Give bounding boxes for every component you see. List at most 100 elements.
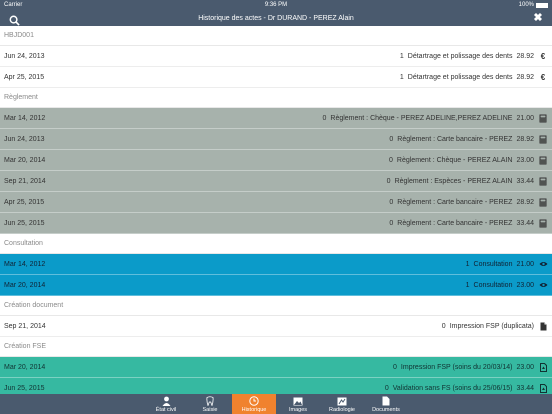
- row-quantity: 1: [465, 260, 470, 268]
- row-quantity: 0: [384, 384, 389, 392]
- row-price: 23.00: [516, 363, 534, 371]
- row-label: Détartrage et polissage des dents: [407, 73, 513, 81]
- documents-icon: [381, 396, 391, 406]
- calculator-icon: [538, 155, 548, 165]
- row-label: Impression FSP (duplicata): [449, 322, 534, 330]
- tooth-icon: [205, 396, 215, 406]
- person-icon: [161, 396, 171, 406]
- row-quantity: 0: [441, 322, 446, 330]
- tab-label: Radiologie: [329, 407, 355, 413]
- history-row[interactable]: Jun 25, 2015 0 Validation sans FS (soins d…: [0, 378, 552, 394]
- row-date: Mar 20, 2014: [4, 363, 46, 371]
- row-date: Sep 21, 2014: [4, 322, 46, 330]
- row-label: Détartrage et polissage des dents: [407, 52, 513, 60]
- history-row[interactable]: Sep 21, 2014 0 Règlement : Espèces - PEREZ…: [0, 171, 552, 192]
- tab-clock[interactable]: Historique: [232, 394, 276, 414]
- history-row[interactable]: Mar 20, 2014 0 Règlement : Chèque - PEREZ …: [0, 150, 552, 171]
- tab-xray[interactable]: Radiologie: [320, 394, 364, 414]
- history-row[interactable]: Mar 14, 2012 0 Règlement : Chèque - PEREZ …: [0, 108, 552, 129]
- tab-tooth[interactable]: Saisie: [188, 394, 232, 414]
- row-price: 21.00: [516, 114, 534, 122]
- row-details: 0 Règlement : Carte bancaire - PEREZ 33.44: [389, 218, 548, 228]
- xray-icon: [337, 396, 347, 406]
- row-price: 33.44: [516, 177, 534, 185]
- row-details: 1 Consultation 23.00: [466, 280, 548, 290]
- row-price: 21.00: [516, 260, 534, 268]
- row-quantity: 1: [399, 73, 404, 81]
- tab-person[interactable]: État civil: [144, 394, 188, 414]
- row-label: Règlement : Carte bancaire - PEREZ: [397, 219, 513, 227]
- row-date: Jun 25, 2015: [4, 384, 45, 392]
- row-label: Règlement : Espèces - PEREZ ALAIN: [394, 177, 513, 185]
- history-row[interactable]: Mar 14, 2012 1 Consultation 21.00: [0, 254, 552, 275]
- row-label: Consultation: [473, 281, 513, 289]
- image-icon: [293, 396, 303, 406]
- row-quantity: 0: [389, 219, 394, 227]
- row-details: 0 Règlement : Chèque - PEREZ ADELINE,PERE…: [322, 113, 548, 123]
- eye-icon: [538, 280, 548, 290]
- pdf-icon: [538, 362, 548, 372]
- row-quantity: 0: [386, 177, 391, 185]
- calculator-icon: [538, 176, 548, 186]
- history-row[interactable]: Mar 20, 2014 1 Consultation 23.00: [0, 275, 552, 296]
- row-price: 23.00: [516, 281, 534, 289]
- row-label: Consultation: [473, 260, 513, 268]
- row-details: 0 Règlement : Chèque - PEREZ ALAIN 23.00: [389, 155, 548, 165]
- history-row[interactable]: Mar 20, 2014 0 Impression FSP (soins du 20…: [0, 357, 552, 378]
- history-row[interactable]: Apr 25, 2015 1 Détartrage et polissage des…: [0, 67, 552, 88]
- clock-icon: [249, 396, 259, 406]
- row-label: Règlement : Carte bancaire - PEREZ: [397, 135, 513, 143]
- history-row[interactable]: Jun 25, 2015 0 Règlement : Carte bancaire …: [0, 213, 552, 234]
- row-date: Mar 14, 2012: [4, 114, 46, 122]
- history-list: HBJD001 Jun 24, 2013 1 Détartrage et poliss…: [0, 26, 552, 394]
- section-header: Règlement: [0, 88, 552, 108]
- tab-documents[interactable]: Documents: [364, 394, 408, 414]
- row-details: 0 Validation sans FS (soins du 25/06/15) 3…: [385, 383, 548, 393]
- row-price: 33.44: [516, 219, 534, 227]
- row-date: Jun 24, 2013: [4, 135, 45, 143]
- row-date: Sep 21, 2014: [4, 177, 46, 185]
- row-quantity: 1: [399, 52, 404, 60]
- row-label: Impression FSP (soins du 20/03/14): [400, 363, 513, 371]
- history-row[interactable]: Apr 25, 2015 0 Règlement : Carte bancaire …: [0, 192, 552, 213]
- page-title: Historique des actes - Dr DURAND - PEREZ…: [198, 14, 354, 22]
- calculator-icon: [538, 134, 548, 144]
- tab-label: Historique: [241, 407, 267, 413]
- eye-icon: [538, 259, 548, 269]
- calculator-icon: [538, 218, 548, 228]
- section-header: HBJD001: [0, 26, 552, 46]
- row-quantity: 0: [393, 363, 397, 371]
- row-price: 28.92: [516, 52, 534, 60]
- euro-icon: €: [540, 51, 546, 61]
- row-label: Règlement : Chèque - PEREZ ADELINE,PEREZ…: [330, 114, 513, 122]
- history-row[interactable]: Sep 21, 2014 0 Impression FSP (duplicata): [0, 316, 552, 337]
- row-date: Jun 25, 2015: [4, 219, 45, 227]
- tab-bar: État civil Saisie Historique Images Radiolog…: [0, 394, 552, 414]
- tab-image[interactable]: Images: [276, 394, 320, 414]
- history-row[interactable]: Jun 24, 2013 0 Règlement : Carte bancaire …: [0, 129, 552, 150]
- row-date: Mar 14, 2012: [4, 260, 46, 268]
- section-header: Création document: [0, 296, 552, 316]
- tab-label: Saisie: [202, 407, 218, 413]
- close-icon[interactable]: ✖: [532, 12, 544, 24]
- row-quantity: 0: [322, 114, 327, 122]
- row-label: Règlement : Chèque - PEREZ ALAIN: [396, 156, 513, 164]
- tab-label: Images: [288, 407, 308, 413]
- row-price: 28.92: [516, 73, 534, 81]
- euro-icon: €: [540, 72, 546, 82]
- row-price: 28.92: [516, 135, 534, 143]
- row-quantity: 0: [389, 156, 393, 164]
- row-price: 33.44: [516, 384, 534, 392]
- row-details: 0 Impression FSP (soins du 20/03/14) 23.00: [393, 362, 548, 372]
- row-label: Validation sans FS (soins du 25/06/15): [392, 384, 513, 392]
- row-quantity: 0: [389, 198, 394, 206]
- row-quantity: 1: [465, 281, 470, 289]
- row-details: 1 Consultation 21.00: [466, 259, 548, 269]
- row-date: Apr 25, 2015: [4, 198, 45, 206]
- row-details: 1 Détartrage et polissage des dents 28.92 €: [400, 51, 548, 61]
- history-row[interactable]: Jun 24, 2013 1 Détartrage et polissage des…: [0, 46, 552, 67]
- tab-label: Documents: [372, 407, 400, 413]
- row-date: Jun 24, 2013: [4, 52, 45, 60]
- nav-bar: Historique des actes - Dr DURAND - PEREZ…: [0, 10, 552, 26]
- row-price: 28.92: [516, 198, 534, 206]
